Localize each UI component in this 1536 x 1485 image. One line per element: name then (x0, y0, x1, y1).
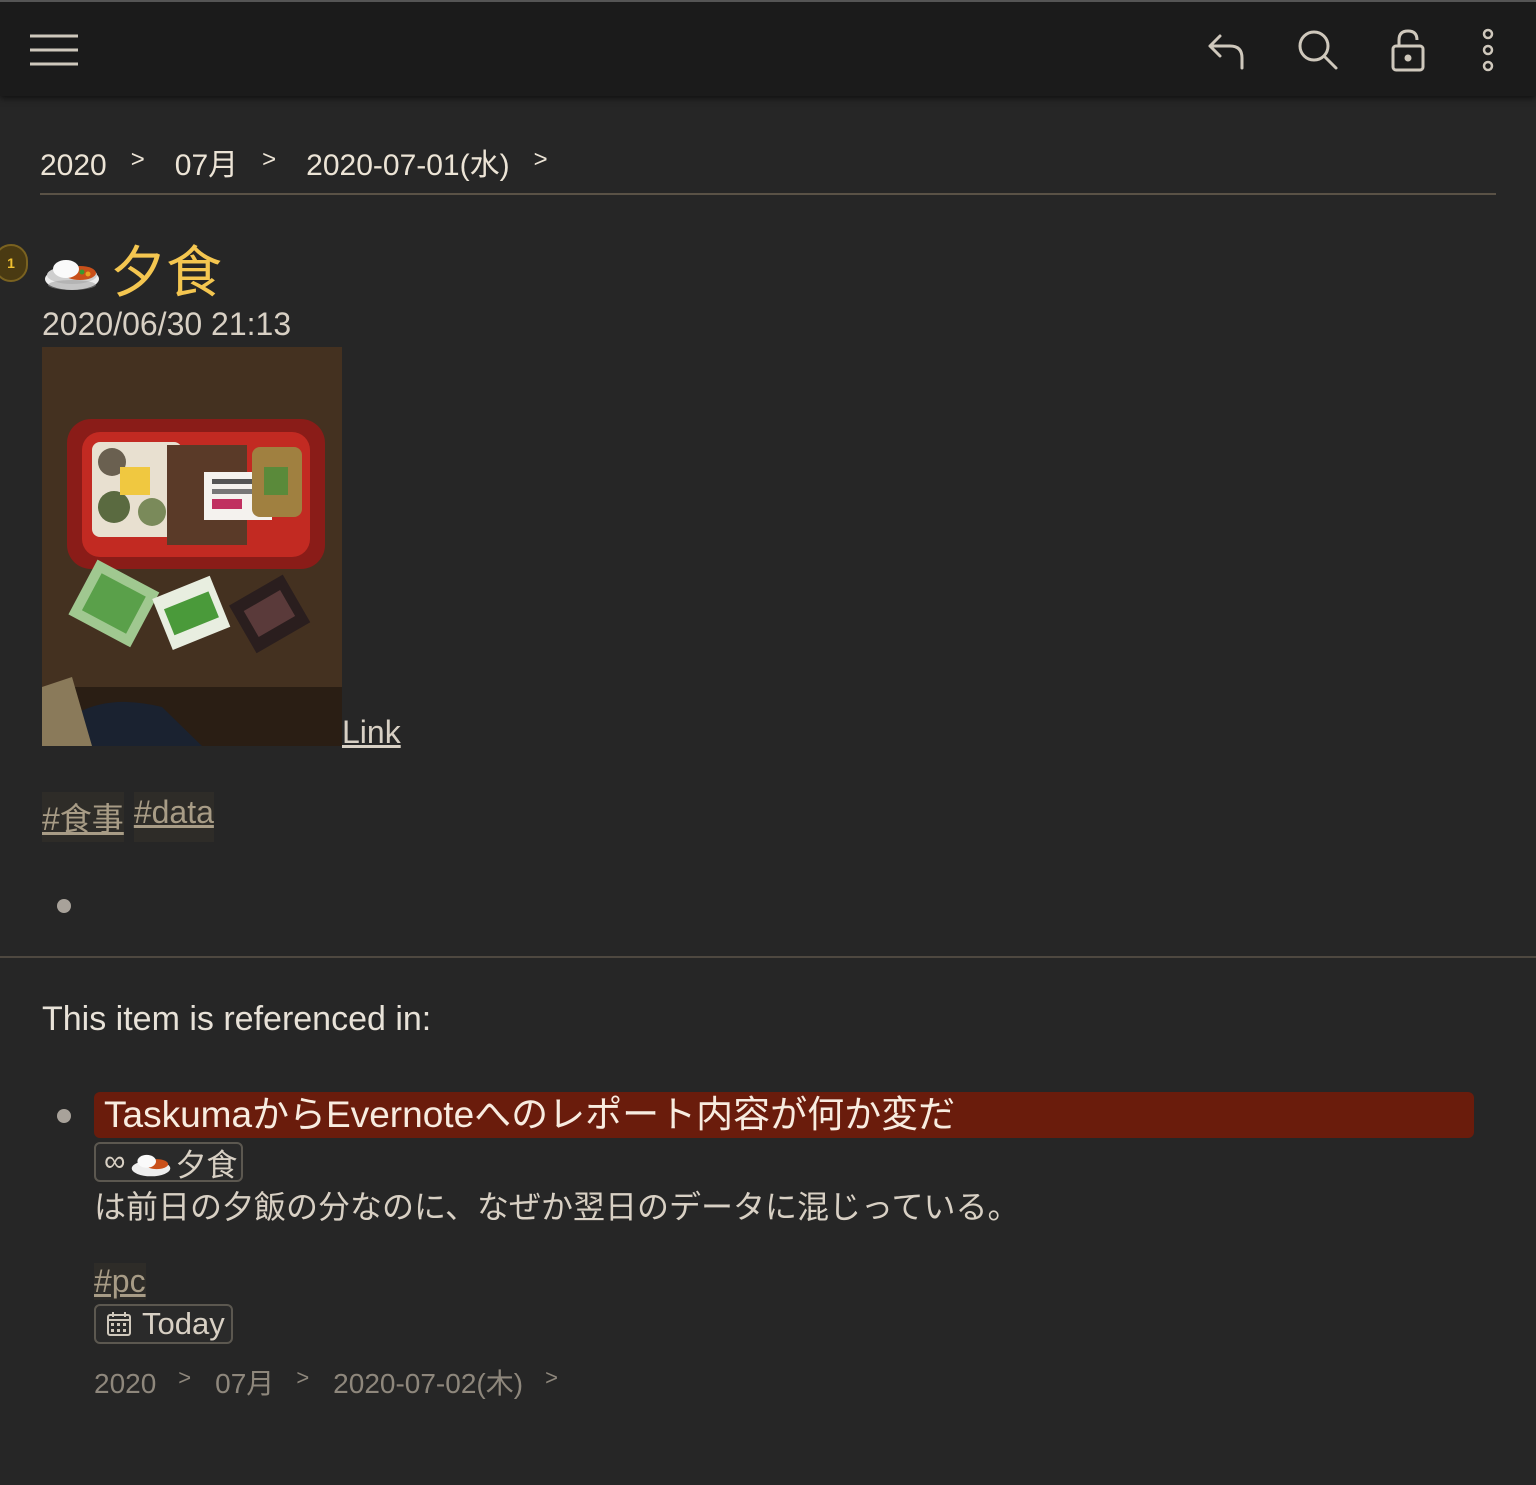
lock-icon[interactable] (1382, 24, 1434, 76)
timestamp: 2020/06/30 21:13 (42, 306, 292, 342)
breadcrumb-separator: > (533, 146, 548, 173)
hamburger-menu-icon[interactable] (28, 24, 80, 76)
breadcrumb-separator: > (178, 1365, 192, 1390)
reference-title-link[interactable]: TaskumaからEvernoteへのレポート内容が何か変だ (94, 1092, 1474, 1138)
breadcrumb-month[interactable]: 07月 (215, 1362, 274, 1402)
page-title: 夕食 (44, 228, 222, 309)
tag-meal[interactable]: #食事 (42, 792, 124, 842)
today-label: Today (142, 1306, 225, 1341)
tag-list: #食事 #data (42, 792, 214, 842)
tag-pc[interactable]: #pc (94, 1263, 146, 1300)
breadcrumb-separator: > (130, 146, 145, 173)
top-toolbar (0, 0, 1536, 96)
curry-rice-icon (44, 241, 100, 297)
breadcrumb-separator: > (545, 1365, 558, 1390)
breadcrumb-day[interactable]: 2020-07-02(木) (333, 1362, 523, 1402)
chip-label: 夕食 (175, 1147, 238, 1183)
meal-photo[interactable] (42, 347, 342, 746)
more-vertical-icon[interactable] (1462, 24, 1514, 76)
search-icon[interactable] (1292, 24, 1344, 76)
breadcrumb-separator: > (296, 1365, 310, 1390)
reference-count-badge[interactable]: 1 (0, 244, 28, 282)
tag-data[interactable]: #data (133, 792, 214, 842)
reference-body-text: は前日の夕飯の分なのに、なぜか翌日のデータに混じっている。 (94, 1189, 1020, 1225)
breadcrumb-day[interactable]: 2020-07-01(水) (306, 140, 509, 184)
divider (40, 193, 1496, 195)
calendar-icon (107, 1312, 131, 1336)
curry-rice-icon (131, 1144, 171, 1180)
infinity-icon: ∞ (104, 1145, 126, 1178)
breadcrumb-year[interactable]: 2020 (40, 149, 107, 183)
today-chip[interactable]: Today (94, 1304, 233, 1344)
undo-arrow-icon[interactable] (1200, 24, 1252, 76)
image-link[interactable]: Link (342, 714, 401, 751)
breadcrumb-month[interactable]: 07月 (175, 140, 238, 184)
divider (0, 956, 1536, 958)
breadcrumb-separator: > (262, 146, 277, 173)
breadcrumb: 2020 > 07月 > 2020-07-01(水) > (40, 140, 578, 184)
title-text: 夕食 (110, 241, 222, 304)
reference-breadcrumb: 2020 > 07月 > 2020-07-02(木) > (94, 1362, 582, 1402)
item-link-chip[interactable]: ∞ 夕食 (94, 1142, 244, 1183)
breadcrumb-year[interactable]: 2020 (94, 1368, 156, 1400)
empty-bullet[interactable] (57, 899, 71, 913)
references-heading: This item is referenced in: (42, 1000, 432, 1038)
list-bullet (57, 1109, 71, 1123)
